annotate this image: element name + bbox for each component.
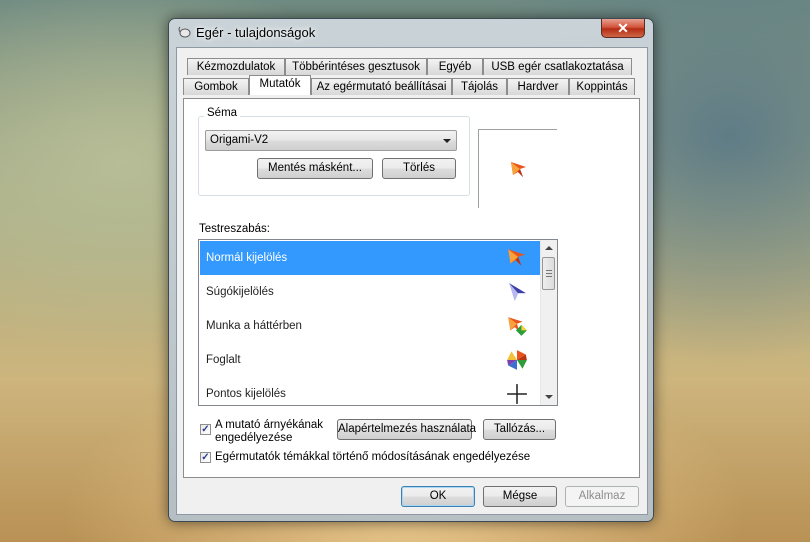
list-item[interactable]: Munka a háttérben: [200, 309, 542, 343]
list-item-label: Súgókijelölés: [206, 286, 274, 298]
list-item-label: Foglalt: [206, 354, 241, 366]
theme-checkbox-label: Egérmutatók témákkal történő módosításán…: [215, 451, 531, 463]
grip-line: [546, 270, 552, 271]
cursor-list[interactable]: Normál kijelölés Súgókijelölés Munka a h…: [198, 239, 558, 406]
tab-hardver[interactable]: Hardver: [507, 78, 569, 95]
list-item[interactable]: Normál kijelölés: [200, 241, 542, 275]
grip-line: [546, 273, 552, 274]
cancel-button[interactable]: Mégse: [483, 486, 557, 507]
apply-button[interactable]: Alkalmaz: [565, 486, 639, 507]
tab-mutatok[interactable]: Mutatók: [249, 75, 311, 95]
help-select-cursor-icon: [509, 283, 526, 301]
tab-egyeb[interactable]: Egyéb: [427, 58, 483, 75]
chevron-down-icon: [443, 139, 451, 143]
scheme-group-label: Séma: [204, 107, 241, 119]
normal-select-cursor-icon: [508, 249, 525, 266]
scroll-up-arrow-icon[interactable]: [545, 246, 553, 250]
list-scrollbar[interactable]: [540, 240, 557, 405]
list-item[interactable]: Foglalt: [200, 343, 542, 377]
origami-cursor-preview-icon: [511, 162, 526, 177]
mouse-icon: [178, 26, 191, 38]
list-item[interactable]: Súgókijelölés: [200, 275, 542, 309]
tab-usb-eger-csatlakoztatasa[interactable]: USB egér csatlakoztatása: [483, 58, 632, 75]
tab-koppintas[interactable]: Koppintás: [569, 78, 635, 95]
delete-button[interactable]: Törlés: [382, 158, 456, 179]
list-item-label: Pontos kijelölés: [206, 388, 286, 400]
dialog-client-area: Kézmozdulatok Többérintéses gesztusok Eg…: [176, 47, 648, 515]
shadow-checkbox-label: A mutató árnyékának engedélyezése: [215, 419, 324, 444]
tab-tobberinteses-gesztusok[interactable]: Többérintéses gesztusok: [285, 58, 427, 75]
tab-egermutato-beallitasai[interactable]: Az egérmutató beállításai: [311, 78, 452, 95]
list-item-label: Normál kijelölés: [206, 252, 288, 264]
scheme-groupbox: [198, 116, 470, 196]
list-item[interactable]: Pontos kijelölés: [200, 377, 542, 405]
tab-kezmozdulatok[interactable]: Kézmozdulatok: [187, 58, 285, 75]
working-background-cursor-icon: [508, 317, 527, 336]
customize-label: Testreszabás:: [199, 223, 270, 235]
cursor-preview-box: [478, 129, 557, 208]
pointers-tab-panel: Séma Origami-V2 Mentés másként... Törlés…: [183, 98, 640, 478]
ok-button[interactable]: OK: [401, 486, 475, 507]
scroll-down-arrow-icon[interactable]: [545, 395, 553, 399]
busy-cursor-icon: [507, 350, 527, 370]
tab-gombok[interactable]: Gombok: [183, 78, 249, 95]
scrollbar-thumb[interactable]: [542, 257, 555, 290]
theme-checkbox[interactable]: ✓: [200, 452, 211, 463]
mouse-properties-window: Egér - tulajdonságok ✕ Kézmozdulatok Töb…: [168, 18, 654, 522]
tab-tajolas[interactable]: Tájolás: [452, 78, 507, 95]
close-button[interactable]: ✕: [601, 19, 645, 38]
scheme-selected-value: Origami-V2: [210, 134, 269, 146]
scheme-dropdown[interactable]: Origami-V2: [205, 130, 457, 151]
shadow-checkbox[interactable]: ✓: [200, 424, 211, 435]
list-item-label: Munka a háttérben: [206, 320, 302, 332]
save-as-button[interactable]: Mentés másként...: [257, 158, 373, 179]
window-title: Egér - tulajdonságok: [196, 25, 316, 40]
use-default-button[interactable]: Alapértelmezés használata: [337, 419, 476, 440]
precision-select-cursor-icon: [507, 384, 527, 404]
browse-button[interactable]: Tallózás...: [483, 419, 556, 440]
title-bar[interactable]: Egér - tulajdonságok ✕: [169, 19, 653, 47]
grip-line: [546, 276, 552, 277]
